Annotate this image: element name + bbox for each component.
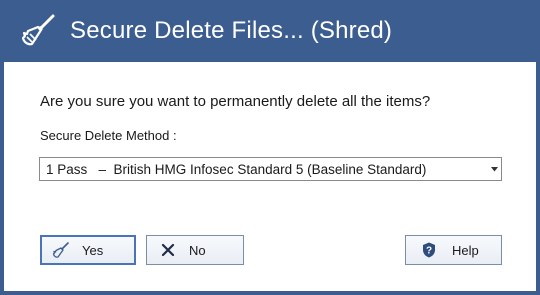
delete-method-select[interactable]: 1 Pass – British HMG Infosec Standard 5 … (39, 157, 502, 181)
broom-icon (18, 11, 58, 51)
help-button[interactable]: ? Help (405, 235, 502, 265)
help-shield-icon: ? (420, 241, 438, 259)
confirm-question: Are you sure you want to permanently del… (40, 93, 431, 110)
delete-method-value: 1 Pass – British HMG Infosec Standard 5 … (46, 161, 427, 177)
dialog-body: Are you sure you want to permanently del… (4, 62, 536, 291)
title-bar: Secure Delete Files... (Shred) (4, 0, 536, 62)
no-button[interactable]: No (146, 235, 244, 265)
svg-text:?: ? (426, 246, 432, 257)
yes-button[interactable]: Yes (40, 235, 136, 265)
dialog-title: Secure Delete Files... (Shred) (70, 17, 393, 44)
dropdown-arrow-icon[interactable] (487, 158, 501, 180)
method-label: Secure Delete Method : (40, 128, 177, 143)
close-icon (159, 241, 177, 259)
broom-icon (52, 241, 70, 259)
secure-delete-dialog: Secure Delete Files... (Shred) Are you s… (0, 0, 540, 295)
no-label: No (189, 242, 206, 258)
help-label: Help (452, 242, 479, 258)
yes-label: Yes (82, 242, 104, 258)
